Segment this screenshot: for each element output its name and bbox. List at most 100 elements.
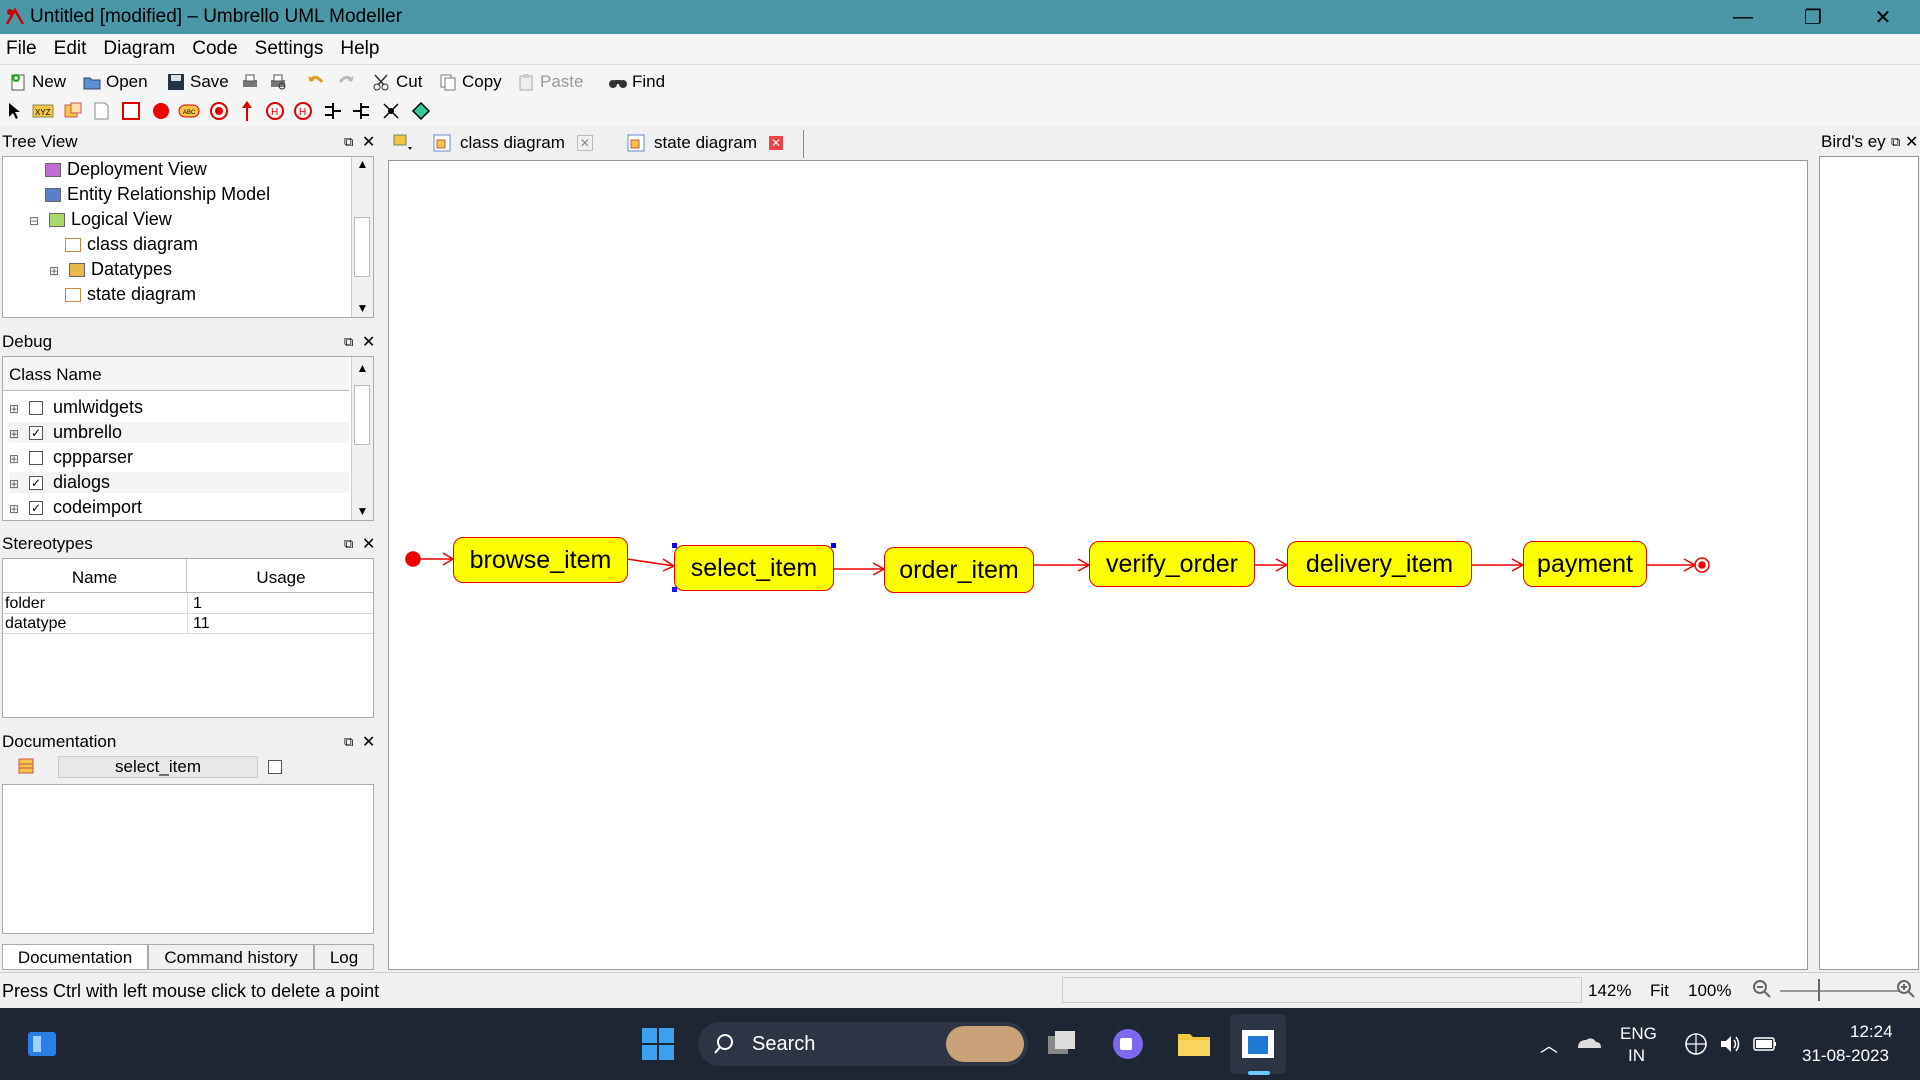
close-icon[interactable]: ✕	[362, 132, 375, 152]
tree-item-class-diagram[interactable]: class diagram	[65, 234, 198, 255]
zoom-100-button[interactable]: 100%	[1688, 981, 1731, 1001]
expand-icon[interactable]: ⊞	[9, 502, 19, 516]
diagram-canvas[interactable]: browse_item select_item order_item verif…	[388, 160, 1808, 970]
teams-chat-icon[interactable]	[1110, 1026, 1146, 1062]
tab-documentation[interactable]: Documentation	[2, 944, 148, 970]
state-order-item[interactable]: order_item	[884, 547, 1034, 593]
new-tab-button[interactable]	[392, 128, 416, 158]
menu-edit[interactable]: Edit	[48, 34, 93, 60]
documentation-checkbox[interactable]	[268, 760, 282, 774]
close-icon[interactable]: ✕	[362, 732, 375, 752]
debug-row-codeimport[interactable]: ⊞ ✓ codeimport	[9, 497, 142, 518]
windows-start-icon[interactable]	[640, 1026, 676, 1062]
zoom-slider[interactable]	[1780, 990, 1900, 992]
network-icon[interactable]	[1684, 1032, 1708, 1056]
tree-scrollbar[interactable]: ▲ ▼	[351, 157, 373, 317]
choice-icon[interactable]	[410, 100, 432, 122]
tab-class-diagram[interactable]: class diagram ✕	[432, 128, 593, 158]
documentation-textarea[interactable]	[2, 784, 374, 934]
final-state-icon[interactable]	[208, 100, 230, 122]
state-payment[interactable]: payment	[1523, 541, 1647, 587]
selection-handle[interactable]	[672, 543, 677, 548]
volume-icon[interactable]	[1718, 1032, 1742, 1056]
state-delivery-item[interactable]: delivery_item	[1287, 541, 1472, 587]
float-icon[interactable]: ⧉	[344, 134, 353, 150]
save-button[interactable]: Save	[166, 69, 229, 95]
checkbox-umbrello[interactable]: ✓	[29, 426, 43, 441]
checkbox-dialogs[interactable]: ✓	[29, 476, 43, 491]
state-browse-item[interactable]: browse_item	[453, 537, 628, 583]
taskbar-search-box[interactable]: Search	[698, 1022, 1028, 1066]
zoom-out-icon[interactable]	[1752, 979, 1772, 999]
menu-settings[interactable]: Settings	[249, 34, 330, 60]
junction-icon[interactable]	[380, 100, 402, 122]
tree-item-deployment-view[interactable]: Deployment View	[45, 159, 207, 180]
maximize-button[interactable]: ❐	[1778, 0, 1848, 34]
tree-item-logical-view[interactable]: ⊟ Logical View	[29, 209, 172, 230]
tree-item-state-diagram[interactable]: state diagram	[65, 284, 196, 305]
expand-icon[interactable]: ⊞	[9, 402, 19, 416]
expand-icon[interactable]: ⊞	[49, 264, 59, 278]
checkbox-codeimport[interactable]: ✓	[29, 501, 43, 516]
debug-row-umlwidgets[interactable]: ⊞ umlwidgets	[9, 397, 143, 418]
open-button[interactable]: Open	[82, 69, 148, 95]
close-icon[interactable]: ✕	[362, 534, 375, 554]
debug-row-cppparser[interactable]: ⊞ cppparser	[9, 447, 133, 468]
clock-time[interactable]: 12:24	[1850, 1022, 1893, 1042]
show-hidden-icons[interactable]: ︿	[1540, 1032, 1558, 1058]
state-verify-order[interactable]: verify_order	[1089, 541, 1255, 587]
umbrello-taskbar-icon[interactable]	[1240, 1026, 1276, 1062]
debug-row-umbrello[interactable]: ⊞ ✓ umbrello	[9, 422, 349, 443]
menu-diagram[interactable]: Diagram	[97, 34, 181, 60]
name-column-header[interactable]: Name	[3, 559, 187, 593]
checkbox-cppparser[interactable]	[29, 451, 43, 466]
menu-code[interactable]: Code	[186, 34, 243, 60]
widgets-icon[interactable]	[24, 1026, 60, 1062]
note-icon[interactable]	[62, 100, 84, 122]
minimize-button[interactable]: —	[1708, 0, 1778, 34]
stereotype-name-cell[interactable]: datatype	[5, 615, 66, 633]
deep-history-icon[interactable]: H	[264, 100, 286, 122]
fork-icon[interactable]	[350, 100, 372, 122]
close-button[interactable]: ✕	[1848, 0, 1918, 34]
float-icon[interactable]: ⧉	[1891, 134, 1900, 150]
stereotype-usage-cell[interactable]: 1	[193, 595, 202, 613]
print-preview-button[interactable]	[268, 69, 288, 95]
float-icon[interactable]: ⧉	[344, 536, 353, 552]
new-button[interactable]: New	[8, 69, 66, 95]
zoom-in-icon[interactable]	[1896, 979, 1916, 999]
task-view-icon[interactable]	[1044, 1026, 1080, 1062]
language-indicator[interactable]: ENG	[1620, 1024, 1657, 1044]
anchor-icon[interactable]	[90, 100, 112, 122]
tab-command-history[interactable]: Command history	[148, 944, 314, 970]
expand-icon[interactable]: ⊞	[9, 427, 19, 441]
stereotype-name-cell[interactable]: folder	[5, 595, 45, 613]
menu-help[interactable]: Help	[334, 34, 385, 60]
close-tab-icon[interactable]: ✕	[576, 135, 593, 151]
tree-item-entity-relationship-model[interactable]: Entity Relationship Model	[45, 184, 270, 205]
find-button[interactable]: Find	[608, 69, 665, 95]
birds-eye-view[interactable]	[1819, 156, 1919, 970]
selection-handle[interactable]	[672, 587, 677, 592]
initial-state-icon[interactable]	[150, 100, 172, 122]
tree-item-datatypes[interactable]: ⊞ Datatypes	[49, 259, 172, 280]
expand-icon[interactable]: ⊞	[9, 452, 19, 466]
float-icon[interactable]: ⧉	[344, 734, 353, 750]
float-icon[interactable]: ⧉	[344, 334, 353, 350]
transition-arrow-icon[interactable]	[236, 100, 258, 122]
stereotype-usage-cell[interactable]: 11	[193, 615, 210, 633]
tab-log[interactable]: Log	[314, 944, 374, 970]
debug-row-dialogs[interactable]: ⊞ ✓ dialogs	[9, 472, 349, 493]
shallow-history-icon[interactable]: H	[292, 100, 314, 122]
class-name-header[interactable]: Class Name	[3, 357, 349, 391]
join-icon[interactable]	[322, 100, 344, 122]
paste-button[interactable]: Paste	[516, 69, 583, 95]
checkbox-umlwidgets[interactable]	[29, 401, 43, 416]
select-arrow-icon[interactable]	[4, 100, 26, 122]
close-icon[interactable]: ✕	[1905, 132, 1918, 152]
collapse-icon[interactable]: ⊟	[29, 214, 39, 228]
state-select-item[interactable]: select_item	[674, 545, 834, 591]
zoom-fit-button[interactable]: Fit	[1650, 981, 1669, 1001]
clock-date[interactable]: 31-08-2023	[1802, 1046, 1889, 1066]
zoom-slider-handle[interactable]	[1818, 979, 1820, 1001]
